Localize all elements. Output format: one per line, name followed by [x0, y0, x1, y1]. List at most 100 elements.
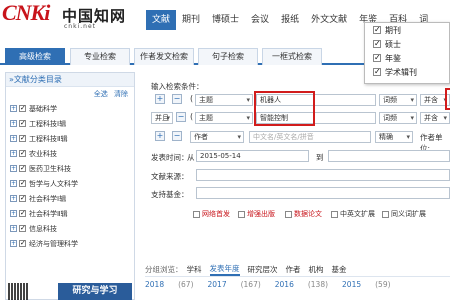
expand-icon[interactable]: +	[10, 225, 17, 232]
match-logic-select-2[interactable]: 并含	[420, 112, 450, 124]
add-author-row-icon[interactable]: +	[155, 131, 165, 141]
category-label: 工程科技Ⅰ辑	[29, 119, 67, 128]
nav-item-newspapers[interactable]: 报纸	[275, 10, 305, 30]
expand-icon[interactable]: +	[10, 120, 17, 127]
category-item[interactable]: + 信息科技	[6, 221, 134, 236]
option-checkbox[interactable]	[382, 210, 389, 218]
nav-item-journals[interactable]: 期刊	[176, 10, 206, 30]
boolean-operator-select[interactable]: 并且	[151, 112, 173, 124]
category-item[interactable]: + 社会科学Ⅱ辑	[6, 206, 134, 221]
expand-icon[interactable]: +	[10, 195, 17, 202]
dropdown-item-journals[interactable]: 期刊	[365, 23, 449, 37]
option-checkbox[interactable]	[331, 210, 338, 218]
category-checkbox[interactable]	[19, 164, 26, 172]
option-data-paper[interactable]: 数据论文	[285, 209, 322, 219]
nav-item-foreign-literature[interactable]: 外文文献	[305, 10, 353, 30]
tab-author[interactable]: 作者	[286, 264, 301, 275]
tab-sentence-search[interactable]: 句子检索	[198, 48, 258, 65]
fund-label: 支持基金：	[151, 190, 189, 199]
date-from-input[interactable]: 2015-05-14	[196, 150, 309, 162]
expand-icon[interactable]: +	[10, 165, 17, 172]
category-item[interactable]: + 社会科学Ⅰ辑	[6, 191, 134, 206]
date-to-input[interactable]	[328, 150, 450, 162]
add-row-icon[interactable]: +	[155, 94, 165, 104]
expand-icon[interactable]: +	[10, 210, 17, 217]
category-checkbox[interactable]	[19, 209, 26, 217]
dropdown-checkbox[interactable]	[373, 67, 381, 76]
tab-institution[interactable]: 机构	[309, 264, 324, 275]
tab-professional-search[interactable]: 专业检索	[70, 48, 130, 65]
tab-research-level[interactable]: 研究层次	[248, 264, 278, 275]
nav-item-literature[interactable]: 文献	[146, 10, 177, 30]
expand-icon[interactable]: +	[10, 135, 17, 142]
open-paren: (	[190, 94, 194, 103]
dropdown-checkbox[interactable]	[373, 25, 381, 34]
dropdown-item-yearbooks[interactable]: 年鉴	[365, 51, 449, 65]
remove-author-row-icon[interactable]: −	[172, 131, 182, 141]
year-label: 2018	[145, 280, 165, 289]
clear-link[interactable]: 清除	[114, 90, 128, 98]
category-actions: 全选 清除	[6, 87, 134, 101]
category-checkbox[interactable]	[19, 134, 26, 142]
category-label: 农业科技	[29, 149, 57, 158]
tab-single-box-search[interactable]: 一框式检索	[262, 48, 322, 65]
dropdown-checkbox[interactable]	[373, 39, 381, 48]
tab-advanced-search[interactable]: 高级检索	[5, 48, 65, 65]
option-synonym-expand[interactable]: 同义词扩展	[382, 209, 426, 219]
expand-icon[interactable]: +	[10, 105, 17, 112]
category-panel-title[interactable]: »文献分类目录	[6, 73, 134, 87]
option-cn-en-expand[interactable]: 中英文扩展	[331, 209, 375, 219]
source-input[interactable]	[196, 169, 450, 181]
category-checkbox[interactable]	[19, 149, 26, 157]
database-type-dropdown: 期刊 硕士 年鉴 学术辑刊	[364, 22, 450, 84]
tab-subject[interactable]: 学科	[187, 264, 202, 275]
field-select-2[interactable]: 主题	[195, 112, 253, 124]
remove-row-icon[interactable]: −	[172, 94, 182, 104]
year-item[interactable]: 2018 (67)	[145, 280, 194, 289]
nav-item-theses[interactable]: 博硕士	[206, 10, 245, 30]
category-checkbox[interactable]	[19, 104, 26, 112]
category-item[interactable]: + 经济与管理科学	[6, 236, 134, 251]
frequency-select-1[interactable]: 词频	[379, 94, 417, 106]
tab-fund[interactable]: 基金	[332, 264, 347, 275]
year-item[interactable]: 2015 (59)	[342, 280, 391, 289]
category-item[interactable]: + 农业科技	[6, 146, 134, 161]
option-checkbox[interactable]	[238, 210, 245, 218]
author-match-select[interactable]: 精确	[375, 131, 413, 143]
remove-row-icon[interactable]: −	[176, 112, 186, 122]
tab-publish-year[interactable]: 发表年度	[209, 263, 240, 276]
select-all-link[interactable]: 全选	[94, 90, 108, 98]
option-online-first[interactable]: 网络首发	[193, 209, 230, 219]
tab-author-search[interactable]: 作者发文检索	[134, 48, 194, 65]
dropdown-item-academic-series[interactable]: 学术辑刊	[365, 65, 449, 79]
author-field-select[interactable]: 作者	[190, 131, 244, 143]
expand-icon[interactable]: +	[10, 180, 17, 187]
expand-icon[interactable]: +	[10, 240, 17, 247]
promo-banner[interactable]: 研究与学习	[58, 283, 132, 300]
category-checkbox[interactable]	[19, 224, 26, 232]
expand-icon[interactable]: +	[10, 150, 17, 157]
option-checkbox[interactable]	[193, 210, 200, 218]
category-item[interactable]: + 医药卫生科技	[6, 161, 134, 176]
category-item[interactable]: + 哲学与人文科学	[6, 176, 134, 191]
logic-highlight-box	[445, 88, 450, 110]
category-checkbox[interactable]	[19, 194, 26, 202]
year-item[interactable]: 2016 (138)	[275, 280, 328, 289]
dropdown-item-masters[interactable]: 硕士	[365, 37, 449, 51]
dropdown-checkbox[interactable]	[373, 53, 381, 62]
cnki-logo[interactable]: CNKi 中国知网 cnki.net	[2, 2, 142, 32]
option-enhanced-publish[interactable]: 增强出版	[238, 209, 275, 219]
nav-item-conferences[interactable]: 会议	[245, 10, 275, 30]
category-item[interactable]: + 工程科技Ⅱ辑	[6, 131, 134, 146]
category-item[interactable]: + 基础科学	[6, 101, 134, 116]
field-select-1[interactable]: 主题	[195, 94, 253, 106]
fund-input[interactable]	[196, 187, 450, 199]
frequency-select-2[interactable]: 词频	[379, 112, 417, 124]
category-checkbox[interactable]	[19, 239, 26, 247]
year-item[interactable]: 2017 (167)	[208, 280, 261, 289]
category-item[interactable]: + 工程科技Ⅰ辑	[6, 116, 134, 131]
category-checkbox[interactable]	[19, 179, 26, 187]
category-checkbox[interactable]	[19, 119, 26, 127]
option-checkbox[interactable]	[285, 210, 292, 218]
author-name-input[interactable]: 中文名/英文名/拼音	[249, 131, 371, 143]
